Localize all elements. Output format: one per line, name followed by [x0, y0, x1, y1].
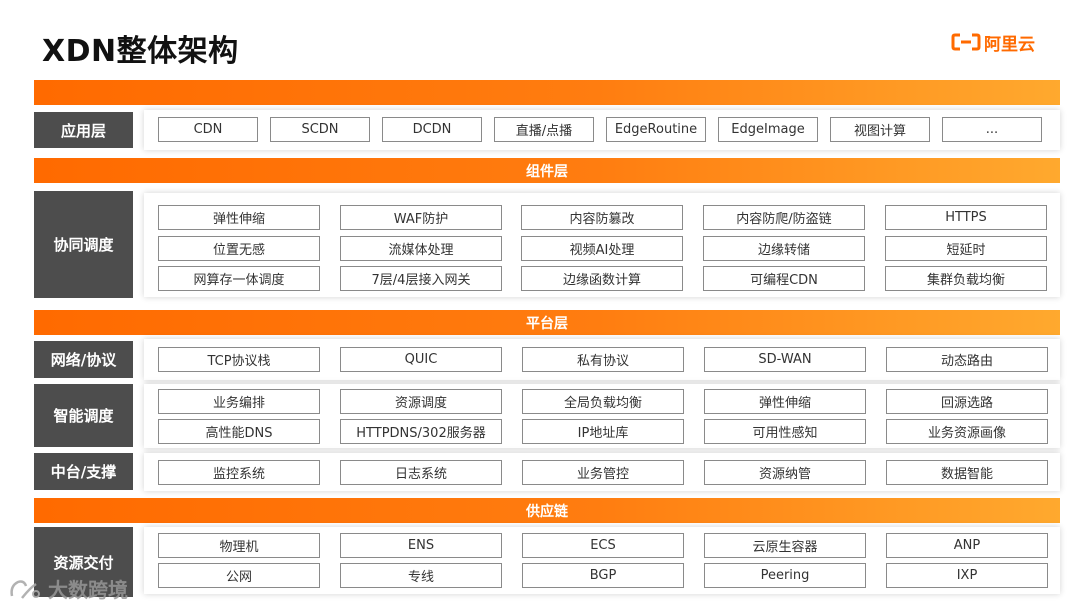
platform-layer-bar: 平台层: [34, 310, 1060, 335]
middle-item: 数据智能: [886, 460, 1048, 485]
smart-item: 高性能DNS: [158, 419, 320, 444]
coord-item: 集群负载均衡: [885, 266, 1047, 291]
app-item-edgeimage: EdgeImage: [718, 117, 818, 142]
smart-item: 业务资源画像: [886, 419, 1048, 444]
resource-item: 专线: [340, 563, 502, 588]
network-item: SD-WAN: [704, 347, 866, 372]
resource-item: 公网: [158, 563, 320, 588]
resource-item: ECS: [522, 533, 684, 558]
smart-item: 回源选路: [886, 389, 1048, 414]
network-panel: TCP协议栈 QUIC 私有协议 SD-WAN 动态路由: [144, 339, 1060, 380]
coord-item: 视频AI处理: [521, 236, 683, 261]
logo-text: 阿里云: [984, 34, 1035, 55]
network-item: QUIC: [340, 347, 502, 372]
resource-item: ENS: [340, 533, 502, 558]
resource-item: ANP: [886, 533, 1048, 558]
coord-item: WAF防护: [340, 205, 502, 230]
smart-item: 弹性伸缩: [704, 389, 866, 414]
app-item-cdn: CDN: [158, 117, 258, 142]
coord-item: 短延时: [885, 236, 1047, 261]
smart-scheduling-label: 智能调度: [34, 384, 133, 447]
coord-item: 边缘函数计算: [521, 266, 683, 291]
coord-item: 网算存一体调度: [158, 266, 320, 291]
page-title: XDN整体架构: [42, 34, 239, 69]
coord-item: 内容防篡改: [521, 205, 683, 230]
coord-item: 弹性伸缩: [158, 205, 320, 230]
resource-item: IXP: [886, 563, 1048, 588]
middle-item: 业务管控: [522, 460, 684, 485]
app-item-live-vod: 直播/点播: [494, 117, 594, 142]
resource-item: BGP: [522, 563, 684, 588]
smart-item: 可用性感知: [704, 419, 866, 444]
network-item: 动态路由: [886, 347, 1048, 372]
resource-item: 云原生容器: [704, 533, 866, 558]
coord-item: 边缘转储: [703, 236, 865, 261]
top-orange-bar: [34, 80, 1060, 105]
resource-item: Peering: [704, 563, 866, 588]
resource-item: 物理机: [158, 533, 320, 558]
coord-item: 流媒体处理: [340, 236, 502, 261]
network-label: 网络/协议: [34, 341, 133, 378]
aliyun-bracket-icon: [951, 33, 981, 51]
network-item: TCP协议栈: [158, 347, 320, 372]
smart-item: IP地址库: [522, 419, 684, 444]
coord-item: 7层/4层接入网关: [340, 266, 502, 291]
app-item-view-compute: 视图计算: [830, 117, 930, 142]
app-item-scdn: SCDN: [270, 117, 370, 142]
smart-item: 全局负载均衡: [522, 389, 684, 414]
resource-delivery-panel: 物理机 ENS ECS 云原生容器 ANP 公网 专线 BGP Peering …: [144, 527, 1060, 594]
app-item-more: ...: [942, 117, 1042, 142]
component-layer-bar: 组件层: [34, 158, 1060, 183]
smart-item: 资源调度: [340, 389, 502, 414]
smart-item: 业务编排: [158, 389, 320, 414]
watermark-logo-icon: [10, 579, 40, 599]
network-item: 私有协议: [522, 347, 684, 372]
app-item-edgeroutine: EdgeRoutine: [606, 117, 706, 142]
app-layer-label: 应用层: [34, 112, 133, 148]
coord-item: 可编程CDN: [703, 266, 865, 291]
middle-item: 资源纳管: [704, 460, 866, 485]
coord-item: HTTPS: [885, 205, 1047, 230]
smart-scheduling-panel: 业务编排 资源调度 全局负载均衡 弹性伸缩 回源选路 高性能DNS HTTPDN…: [144, 384, 1060, 448]
app-item-dcdn: DCDN: [382, 117, 482, 142]
smart-item: HTTPDNS/302服务器: [340, 419, 502, 444]
supply-chain-bar: 供应链: [34, 498, 1060, 523]
middle-platform-label: 中台/支撑: [34, 453, 133, 490]
app-layer-panel: CDN SCDN DCDN 直播/点播 EdgeRoutine EdgeImag…: [144, 110, 1060, 150]
coord-item: 位置无感: [158, 236, 320, 261]
middle-item: 日志系统: [340, 460, 502, 485]
middle-item: 监控系统: [158, 460, 320, 485]
coord-item: 内容防爬/防盗链: [703, 205, 865, 230]
aliyun-logo: 阿里云: [951, 31, 1035, 55]
middle-platform-panel: 监控系统 日志系统 业务管控 资源纳管 数据智能: [144, 453, 1060, 491]
watermark: 大数跨境: [8, 574, 128, 603]
watermark-text: 大数跨境: [48, 578, 128, 602]
coord-label: 协同调度: [34, 191, 133, 298]
coord-panel: 弹性伸缩 WAF防护 内容防篡改 内容防爬/防盗链 HTTPS 位置无感 流媒体…: [144, 193, 1060, 297]
